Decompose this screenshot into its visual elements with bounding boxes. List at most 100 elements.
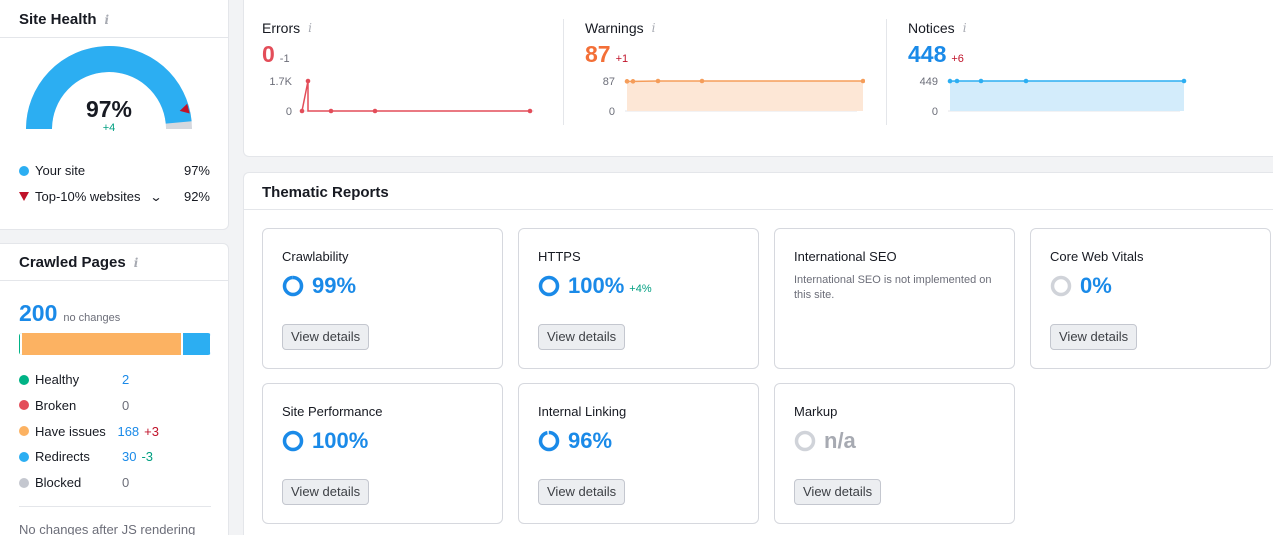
bar-segment-have-issues[interactable]	[21, 333, 184, 355]
report-title: Crawlability	[282, 249, 349, 264]
blue-dot-icon	[19, 165, 29, 176]
divider	[244, 209, 1273, 210]
notices-value-row: 448 +6	[908, 41, 964, 68]
errors-label: Errors	[262, 20, 301, 36]
y-max-tick: 449	[920, 76, 938, 88]
crawled-total-note: no changes	[63, 312, 121, 324]
crawled-row-label-wrap: Healthy	[19, 372, 122, 387]
progress-ring-icon	[538, 430, 560, 452]
legend-top10-value: 92%	[183, 189, 210, 204]
notices-value[interactable]: 448	[908, 41, 946, 68]
errors-label-row: Errors i	[262, 20, 312, 36]
ring-fill	[282, 275, 304, 297]
info-icon[interactable]: i	[308, 21, 312, 35]
legend-top10-label: Top-10% websites	[35, 189, 141, 204]
divider	[563, 19, 564, 125]
report-score: 100%	[282, 428, 368, 454]
warnings-label-row: Warnings i	[585, 20, 655, 36]
report-score-value: 0%	[1080, 273, 1112, 298]
site-health-gauge: 97% +4	[26, 46, 192, 134]
report-score-value: 96%	[568, 428, 613, 453]
view-details-button[interactable]: View details	[538, 324, 626, 350]
series-point[interactable]	[699, 78, 705, 84]
view-details-button[interactable]: View details	[1050, 324, 1138, 350]
series-point[interactable]	[527, 108, 533, 114]
info-icon[interactable]: i	[134, 256, 139, 270]
js-rendering-note: No changes after JS rendering	[19, 522, 196, 535]
divider	[19, 506, 211, 507]
errors-value[interactable]: 0	[262, 41, 275, 68]
crawled-row-have-issues: Have issues 168 +3	[19, 424, 159, 439]
series-point[interactable]	[630, 79, 636, 84]
view-details-button[interactable]: View details	[794, 479, 882, 505]
notices-sparkline: 449 0	[920, 76, 1187, 118]
y-max-tick: 87	[603, 76, 615, 88]
divider	[886, 19, 887, 125]
series-point[interactable]	[1181, 78, 1187, 84]
info-icon[interactable]: i	[963, 21, 967, 35]
info-icon[interactable]: i	[652, 21, 656, 35]
crawled-total-value[interactable]: 200	[19, 300, 57, 327]
legend-your-site-label: Your site	[35, 163, 86, 178]
series-point[interactable]	[328, 108, 334, 114]
warnings-value-row: 87 +1	[585, 41, 628, 68]
legend-top10: Top-10% websites ⌄ 92%	[19, 189, 210, 204]
report-score-value: n/a	[824, 428, 856, 453]
view-details-button[interactable]: View details	[282, 324, 370, 350]
bar-segment-redirects[interactable]	[183, 333, 211, 355]
report-card-internal-linking: Internal Linking 96% View details	[518, 383, 759, 524]
ring-track	[794, 430, 816, 452]
info-icon[interactable]: i	[105, 13, 110, 27]
view-details-button[interactable]: View details	[282, 479, 370, 505]
y-max-tick: 1.7K	[269, 76, 292, 88]
status-dot-icon	[19, 477, 29, 488]
crawled-row-blocked: Blocked 0	[19, 475, 159, 490]
progress-ring-icon	[538, 275, 560, 297]
top10-dropdown[interactable]: Top-10% websites ⌄	[19, 189, 184, 204]
legend-your-site: Your site 97%	[19, 163, 210, 178]
series-point[interactable]	[299, 108, 305, 114]
issues-panel: Errors i 0 -1 1.7K 0 Warnings i 87 +1 87 0…	[243, 0, 1273, 157]
site-health-card: Site Health i 97% +4 Your site 97% Top-1…	[0, 0, 229, 230]
progress-ring-icon	[1050, 275, 1072, 297]
warnings-delta: +1	[615, 53, 629, 65]
series-point[interactable]	[655, 78, 661, 84]
report-title: International SEO	[794, 249, 897, 264]
legend-your-site-label-row: Your site	[19, 163, 184, 178]
series-area	[627, 81, 863, 111]
crawled-row-label: Broken	[35, 397, 77, 413]
series-point[interactable]	[978, 78, 984, 84]
crawled-row-label-wrap: Redirects	[19, 449, 122, 464]
ring-fill	[282, 430, 304, 452]
crawled-row-label-wrap: Broken	[19, 398, 122, 413]
chevron-down-icon: ⌄	[148, 189, 163, 204]
crawled-row-label: Blocked	[35, 475, 82, 491]
crawled-row-label-wrap: Have issues	[19, 424, 117, 439]
crawled-row-broken: Broken 0	[19, 398, 159, 413]
report-title: Site Performance	[282, 404, 383, 419]
series-point[interactable]	[954, 78, 960, 84]
view-details-button[interactable]: View details	[538, 479, 626, 505]
report-card-international-seo: International SEO International SEO is no…	[774, 228, 1015, 369]
progress-ring-icon	[282, 275, 304, 297]
series-line	[301, 80, 530, 112]
divider	[0, 37, 228, 38]
divider	[0, 280, 228, 281]
series-point[interactable]	[305, 78, 311, 84]
series-point[interactable]	[372, 108, 378, 114]
report-score: n/a	[794, 428, 856, 454]
warnings-value[interactable]: 87	[585, 41, 611, 68]
report-title: Internal Linking	[538, 404, 627, 419]
report-card-markup: Markup n/a View details	[774, 383, 1015, 524]
ring-fill	[538, 275, 560, 297]
crawled-row-label: Have issues	[35, 423, 106, 439]
crawled-row-value[interactable]: 2	[122, 372, 129, 387]
crawled-row-healthy: Healthy 2	[19, 372, 159, 387]
report-card-https: HTTPS 100% +4% View details	[518, 228, 759, 369]
series-point[interactable]	[1023, 78, 1029, 84]
crawled-row-value[interactable]: 30	[122, 449, 136, 464]
series-point[interactable]	[947, 78, 953, 84]
series-point[interactable]	[624, 79, 630, 84]
report-title: Markup	[794, 404, 838, 419]
crawled-row-value[interactable]: 168	[117, 424, 139, 439]
